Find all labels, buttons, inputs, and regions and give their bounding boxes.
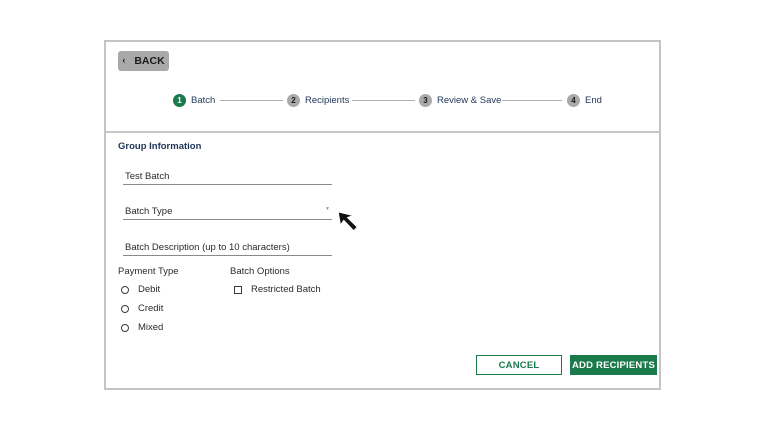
batch-type-placeholder: Batch Type bbox=[125, 206, 173, 217]
batch-wizard-panel: ‹ BACK 1 Batch 2 Recipients 3 Review & S… bbox=[104, 40, 661, 390]
step-label: Recipients bbox=[305, 94, 350, 106]
checkbox-square-icon bbox=[234, 285, 242, 294]
step-connector bbox=[502, 100, 562, 101]
radio-mixed[interactable]: Mixed bbox=[121, 322, 163, 333]
radio-label: Debit bbox=[138, 284, 161, 295]
batch-type-select[interactable]: Batch Type ▼ bbox=[123, 203, 332, 220]
step-review-save: 3 Review & Save bbox=[419, 93, 501, 107]
checkbox-label: Restricted Batch bbox=[251, 284, 321, 295]
step-batch: 1 Batch bbox=[173, 93, 215, 107]
mouse-pointer-icon bbox=[339, 211, 358, 232]
back-button-label: BACK bbox=[134, 55, 165, 67]
step-connector bbox=[352, 100, 415, 101]
step-recipients: 2 Recipients bbox=[287, 93, 349, 107]
radio-circle-icon bbox=[121, 285, 129, 294]
radio-label: Credit bbox=[138, 303, 164, 314]
checkbox-restricted-batch[interactable]: Restricted Batch bbox=[234, 284, 321, 295]
step-number: 3 bbox=[419, 93, 432, 107]
step-number: 2 bbox=[287, 93, 300, 107]
add-recipients-button[interactable]: ADD RECIPIENTS bbox=[570, 355, 657, 375]
radio-debit[interactable]: Debit bbox=[121, 284, 160, 295]
batch-description-placeholder: Batch Description (up to 10 characters) bbox=[125, 242, 290, 253]
step-end: 4 End bbox=[567, 93, 602, 107]
step-number: 4 bbox=[567, 93, 580, 107]
batch-name-value: Test Batch bbox=[125, 171, 170, 182]
step-label: End bbox=[585, 94, 602, 106]
step-label: Batch bbox=[191, 94, 216, 106]
radio-credit[interactable]: Credit bbox=[121, 303, 163, 314]
step-label: Review & Save bbox=[437, 94, 502, 106]
step-number: 1 bbox=[173, 93, 186, 107]
back-button[interactable]: ‹ BACK bbox=[118, 51, 169, 71]
radio-label: Mixed bbox=[138, 322, 164, 333]
section-title: Group Information bbox=[118, 141, 202, 152]
cancel-button[interactable]: CANCEL bbox=[476, 355, 562, 375]
chevron-left-icon: ‹ bbox=[122, 55, 126, 65]
wizard-header: ‹ BACK 1 Batch 2 Recipients 3 Review & S… bbox=[106, 42, 659, 133]
batch-options-label: Batch Options bbox=[230, 266, 290, 277]
step-connector bbox=[220, 100, 283, 101]
batch-name-field[interactable]: Test Batch bbox=[123, 168, 332, 185]
radio-circle-icon bbox=[121, 304, 129, 313]
batch-description-field[interactable]: Batch Description (up to 10 characters) bbox=[123, 239, 332, 256]
payment-type-label: Payment Type bbox=[118, 266, 179, 277]
radio-circle-icon bbox=[121, 323, 129, 332]
caret-down-icon: ▼ bbox=[325, 206, 330, 212]
